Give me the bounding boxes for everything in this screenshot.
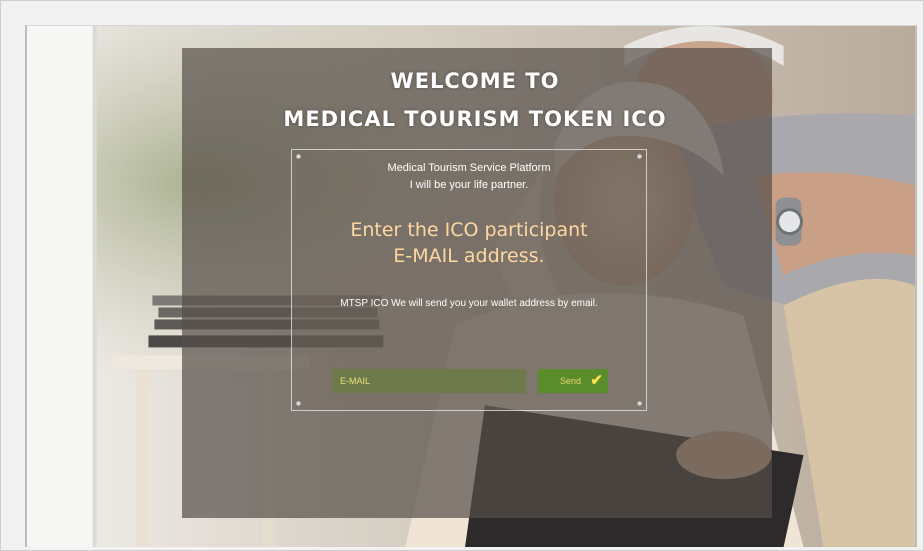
browser-frame: WELCOME TO MEDICAL TOURISM TOKEN ICO Med… [0,0,924,551]
instruction-headline-line1: Enter the ICO participant [350,219,588,241]
corner-rivet-icon [296,154,301,159]
welcome-heading-line1: WELCOME TO [390,69,560,93]
tagline: I will be your life partner. [409,179,529,191]
platform-subtitle: Medical Tourism Service Platform [387,162,551,174]
check-icon: ✔ [590,372,603,389]
instruction-headline-line2: E-MAIL address. [393,245,545,267]
send-button[interactable]: Send ✔ [538,369,608,393]
send-button-label: Send [560,376,582,386]
corner-rivet-icon [637,401,642,406]
wallet-email-note: MTSP ICO We will send you your wallet ad… [340,298,598,309]
email-input[interactable] [332,369,526,393]
corner-rivet-icon [637,154,642,159]
corner-rivet-icon [296,401,301,406]
welcome-heading-line2: MEDICAL TOURISM TOKEN ICO [283,107,667,131]
email-signup-card: Medical Tourism Service Platform I will … [291,149,647,411]
